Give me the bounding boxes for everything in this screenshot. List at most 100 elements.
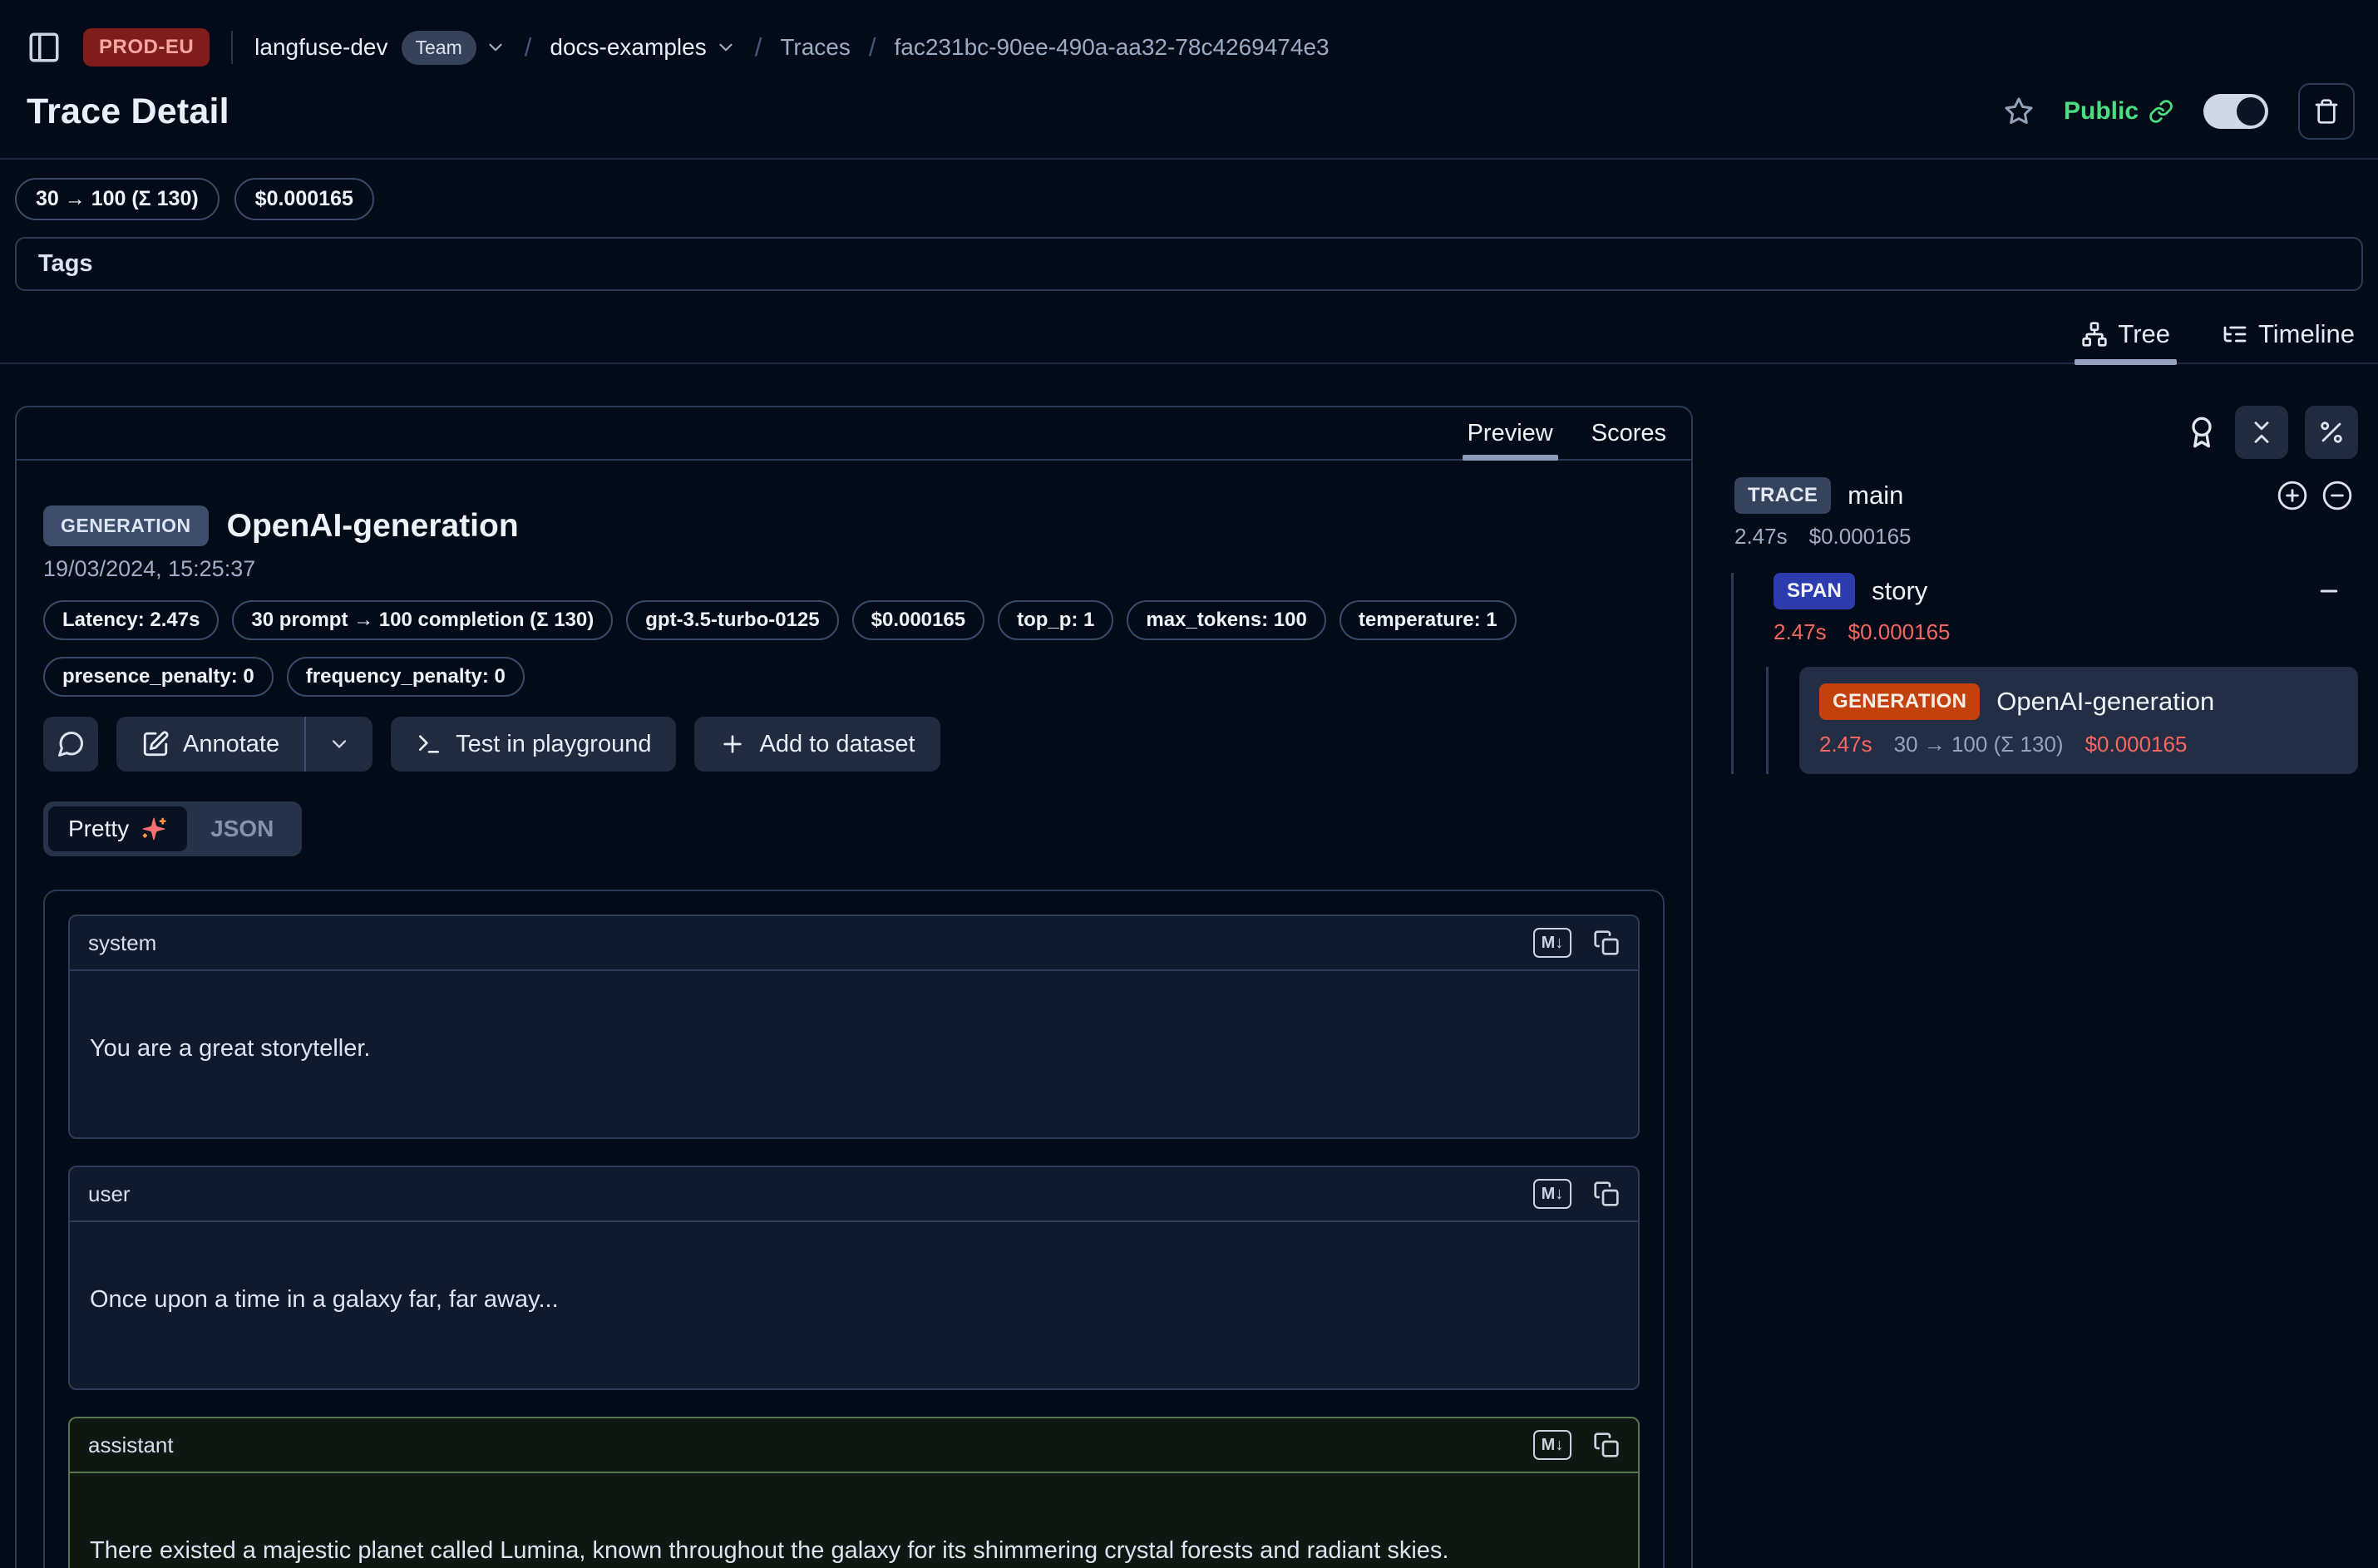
message-assistant: assistant M↓ There existed a majestic pl…	[68, 1417, 1640, 1568]
page-title: Trace Detail	[27, 91, 229, 132]
breadcrumb-separator: /	[525, 32, 532, 62]
tab-tree-label: Tree	[2118, 319, 2170, 349]
annotate-dropdown-button[interactable]	[306, 717, 372, 772]
tab-timeline-label: Timeline	[2258, 319, 2355, 349]
tree-node-generation-selected[interactable]: GENERATION OpenAI-generation 2.47s 30 → …	[1799, 667, 2358, 774]
test-in-playground-button[interactable]: Test in playground	[391, 717, 676, 772]
scores-award-button[interactable]	[2185, 416, 2218, 449]
link-icon	[2149, 99, 2173, 124]
title-actions: Public	[2004, 83, 2355, 140]
markdown-toggle-icon[interactable]: M↓	[1533, 928, 1571, 958]
chevron-down-icon[interactable]	[485, 37, 506, 58]
percent-icon	[2317, 418, 2346, 446]
chevron-down-icon[interactable]	[715, 37, 737, 58]
tab-scores[interactable]: Scores	[1591, 407, 1666, 459]
panel-left-icon	[27, 30, 62, 65]
param-badge-row: presence_penalty: 0 frequency_penalty: 0	[43, 657, 1665, 697]
chevrons-collapse-icon	[2247, 418, 2276, 446]
breadcrumb-project[interactable]: docs-examples	[550, 34, 706, 61]
trace-tree: TRACE main 2.47s	[1716, 477, 2358, 774]
observation-param-badges: Latency: 2.47s 30 prompt → 100 completio…	[43, 600, 1665, 697]
public-label: Public	[2064, 97, 2139, 126]
frequency-penalty-badge: frequency_penalty: 0	[287, 657, 525, 697]
delete-trace-button[interactable]	[2298, 83, 2355, 140]
markdown-toggle-icon[interactable]: M↓	[1533, 1179, 1571, 1209]
span-cost: $0.000165	[1848, 619, 1951, 645]
breadcrumb-separator: /	[869, 32, 876, 62]
format-pretty-option[interactable]: Pretty	[48, 806, 187, 851]
breadcrumb-section[interactable]: Traces	[780, 34, 851, 61]
generation-tokens: 30 → 100 (Σ 130)	[1894, 732, 2064, 757]
plus-circle-icon[interactable]	[2277, 480, 2308, 511]
model-badge: gpt-3.5-turbo-0125	[626, 600, 838, 640]
observation-card: Preview Scores GENERATION OpenAI-generat…	[15, 406, 1693, 1568]
trace-badges: 30 → 100 (Σ 130) $0.000165	[0, 160, 2378, 220]
comment-button[interactable]	[43, 717, 98, 772]
main-area: Preview Scores GENERATION OpenAI-generat…	[0, 406, 2378, 1568]
trace-tree-panel: TRACE main 2.47s	[1713, 406, 2368, 774]
message-paragraph: There existed a majestic planet called L…	[90, 1533, 1618, 1568]
param-badge-row: Latency: 2.47s 30 prompt → 100 completio…	[43, 600, 1665, 640]
tab-preview[interactable]: Preview	[1468, 407, 1553, 459]
tree-network-icon	[2081, 321, 2108, 348]
tab-timeline[interactable]: Timeline	[2215, 319, 2361, 362]
span-metrics: 2.47s $0.000165	[1774, 619, 2358, 645]
add-to-dataset-button[interactable]: Add to dataset	[694, 717, 940, 772]
markdown-toggle-icon[interactable]: M↓	[1533, 1430, 1571, 1460]
breadcrumb-org[interactable]: langfuse-dev	[254, 34, 387, 61]
observation-title: OpenAI-generation	[227, 508, 519, 545]
message-role: assistant	[88, 1432, 174, 1458]
breadcrumb-separator: /	[755, 32, 762, 62]
latency-badge: Latency: 2.47s	[43, 600, 219, 640]
trace-name: main	[1848, 481, 1903, 510]
tags-box[interactable]: Tags	[15, 237, 2363, 291]
generation-row: GENERATION OpenAI-generation	[1819, 683, 2338, 720]
message-header: user M↓	[70, 1167, 1638, 1222]
message-header-icons: M↓	[1533, 1430, 1620, 1460]
trace-token-badge: 30 → 100 (Σ 130)	[15, 178, 220, 220]
collapse-all-button[interactable]	[2235, 406, 2288, 459]
message-paragraph: Once upon a time in a galaxy far, far aw…	[90, 1282, 1618, 1317]
minus-circle-icon[interactable]	[2321, 480, 2353, 511]
observation-body: GENERATION OpenAI-generation 19/03/2024,…	[17, 461, 1691, 1568]
tab-tree[interactable]: Tree	[2075, 319, 2177, 362]
message-role: system	[88, 930, 156, 956]
collapse-node-icon[interactable]	[2316, 579, 2341, 604]
copy-icon[interactable]	[1593, 929, 1620, 956]
square-pen-icon	[141, 730, 170, 758]
copy-icon[interactable]	[1593, 1432, 1620, 1458]
tree-controls	[1716, 406, 2358, 459]
copy-icon[interactable]	[1593, 1181, 1620, 1207]
observation-header: GENERATION OpenAI-generation	[43, 505, 1665, 546]
span-row: SPAN story	[1774, 573, 2358, 609]
cost-badge: $0.000165	[852, 600, 984, 640]
trace-cost: $0.000165	[1809, 524, 1912, 550]
trace-metrics: 2.47s $0.000165	[1734, 524, 2358, 550]
tree-node-span[interactable]: SPAN story 2.47s $0.000165	[1774, 573, 2358, 645]
actions-row: Annotate Test in playgroun	[43, 717, 1665, 772]
format-json-option[interactable]: JSON	[187, 806, 297, 851]
environment-badge: PROD-EU	[83, 28, 210, 67]
test-in-playground-label: Test in playground	[456, 731, 651, 758]
message-role: user	[88, 1181, 131, 1207]
span-type-badge: SPAN	[1774, 573, 1855, 609]
span-name: story	[1872, 576, 1927, 606]
annotate-button[interactable]: Annotate	[116, 717, 304, 772]
sidebar-toggle-button[interactable]	[27, 30, 62, 65]
observation-type-badge: GENERATION	[43, 505, 209, 546]
public-toggle[interactable]	[2203, 94, 2268, 129]
org-plan-badge: Team	[402, 31, 476, 65]
tree-node-trace[interactable]: TRACE main 2.47s	[1716, 477, 2358, 550]
public-link[interactable]: Public	[2064, 97, 2173, 126]
generation-cost: $0.000165	[2085, 732, 2188, 757]
message-header-icons: M↓	[1533, 1179, 1620, 1209]
presence-penalty-badge: presence_penalty: 0	[43, 657, 274, 697]
token-usage-badge: 30 prompt → 100 completion (Σ 130)	[232, 600, 613, 640]
title-row: Trace Detail Public	[0, 70, 2378, 140]
breadcrumb-trace-id: fac231bc-90ee-490a-aa32-78c4269474e3	[895, 34, 1330, 61]
toggle-metrics-button[interactable]	[2305, 406, 2358, 459]
message-content: Once upon a time in a galaxy far, far aw…	[70, 1222, 1638, 1388]
star-bookmark-button[interactable]	[2004, 96, 2034, 126]
trace-type-badge: TRACE	[1734, 477, 1831, 514]
message-system: system M↓ You are a great storyteller.	[68, 915, 1640, 1139]
